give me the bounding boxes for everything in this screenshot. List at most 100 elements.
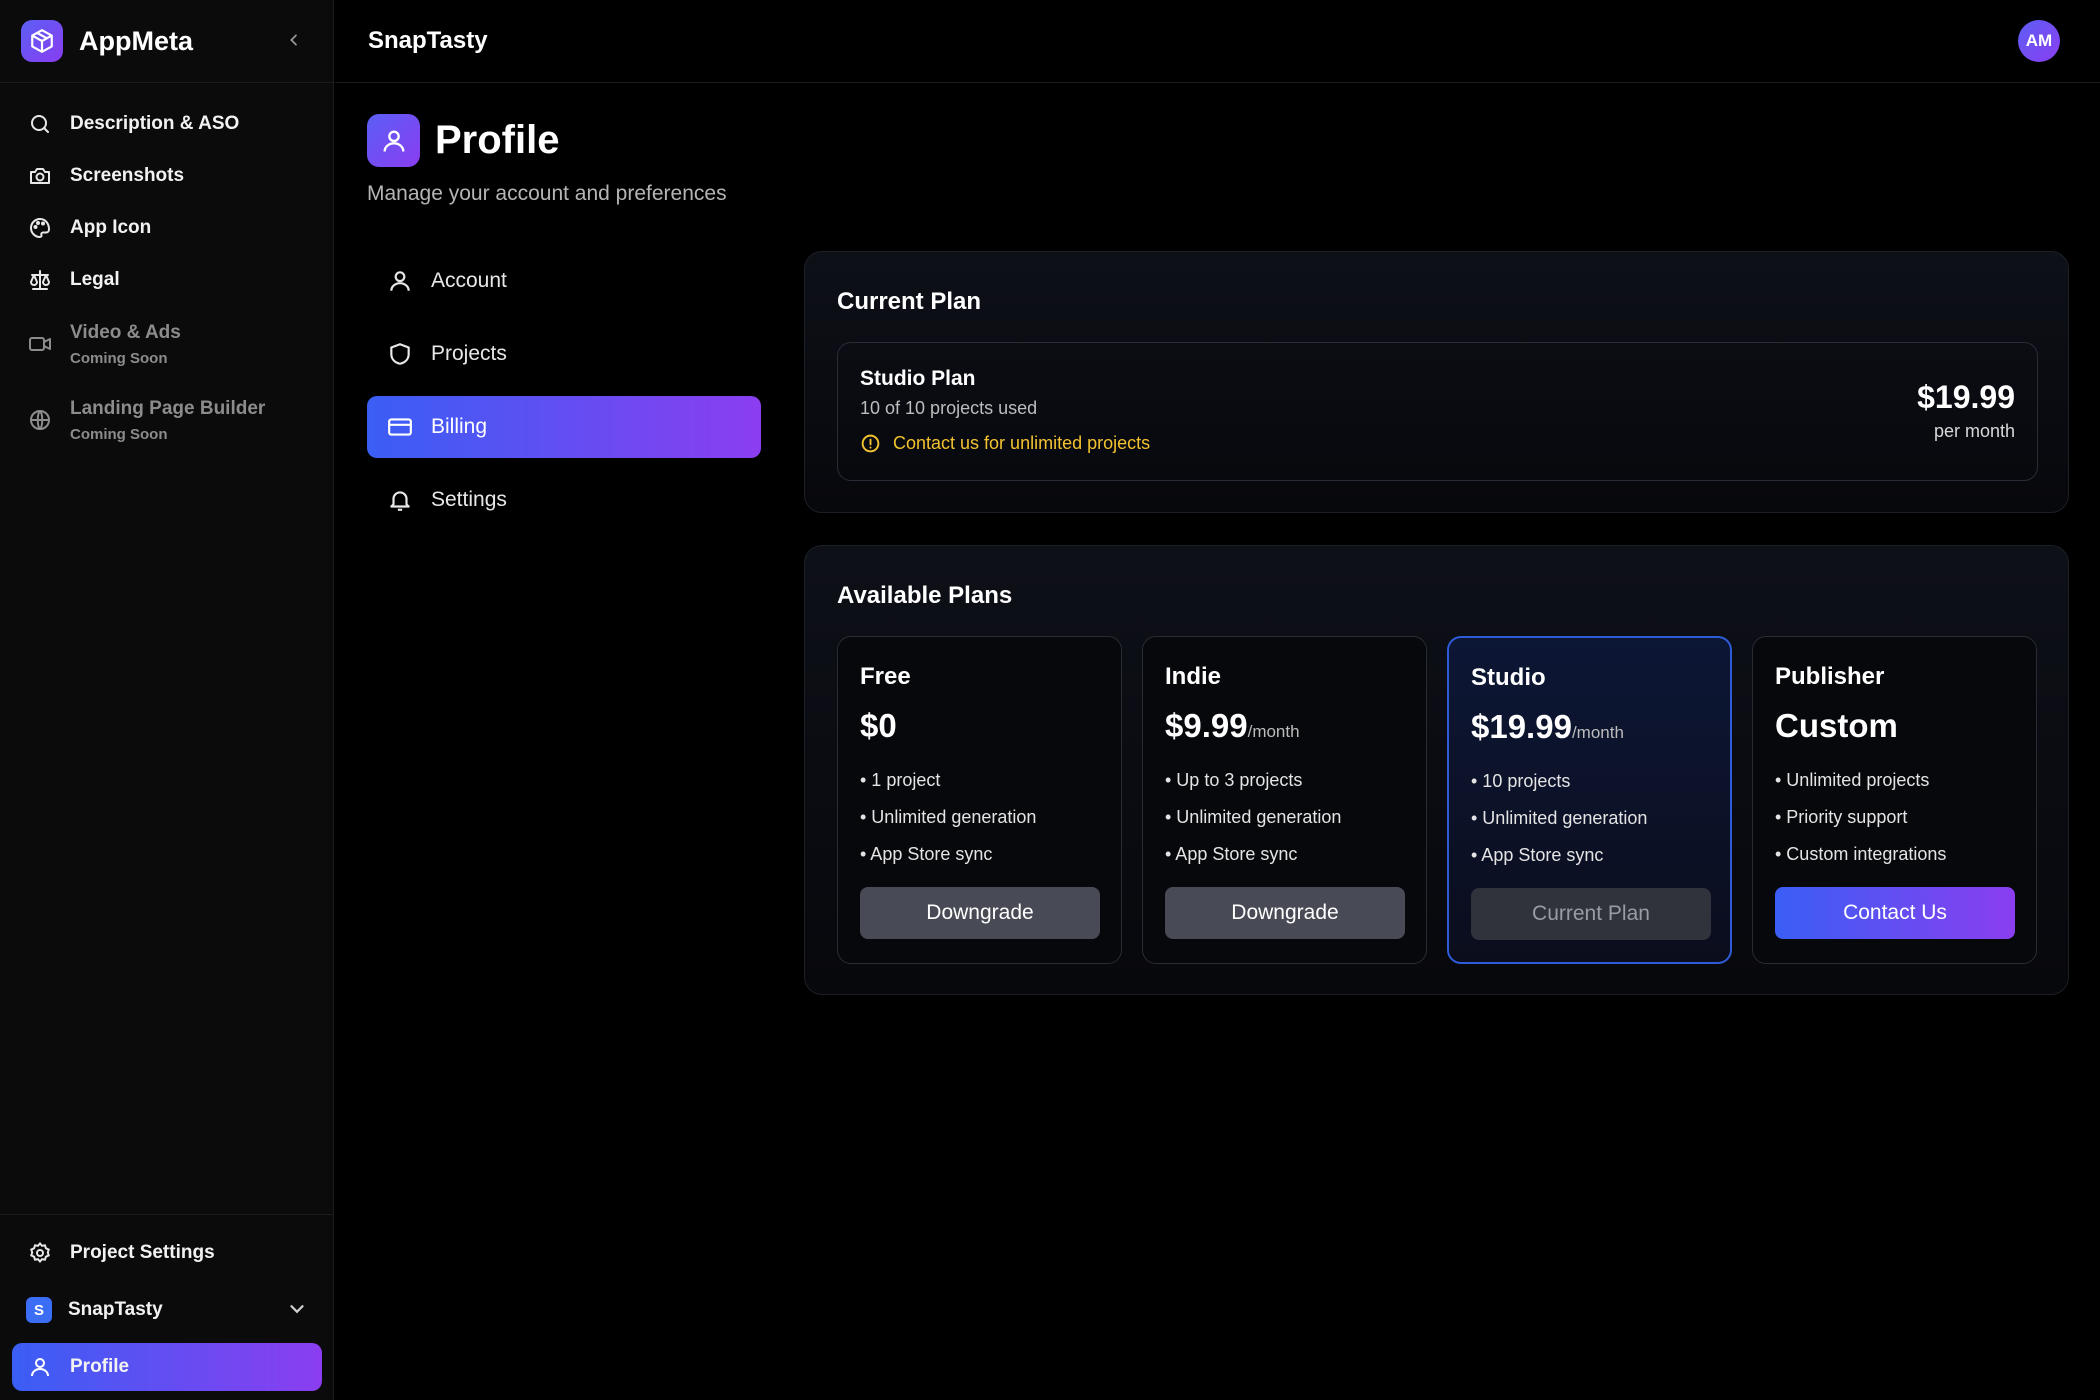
tab-billing[interactable]: Billing xyxy=(367,396,761,458)
sidebar-nav: Description & ASO Screenshots App Icon L… xyxy=(12,98,322,458)
profile-tabs: Account Projects Billing Settings xyxy=(367,250,761,542)
sidebar-footer: Project Settings S SnapTasty Profile xyxy=(0,1214,334,1400)
page-title: Profile xyxy=(435,118,560,162)
tab-label: Settings xyxy=(431,488,507,511)
plan-feature: • 1 project xyxy=(860,770,941,790)
sidebar-item-landing-page-builder[interactable]: Landing Page Builder Coming Soon xyxy=(12,382,322,458)
plan-price: Custom xyxy=(1775,707,1898,745)
current-plan-period: per month xyxy=(1933,421,2015,441)
chevron-left-icon xyxy=(290,34,297,46)
sidebar-item-app-icon[interactable]: App Icon xyxy=(12,202,322,254)
plan-price: $0 xyxy=(860,707,897,745)
plan-name: Studio xyxy=(1471,664,1546,691)
project-switcher-label: SnapTasty xyxy=(68,1299,163,1320)
plan-feature: • Unlimited generation xyxy=(860,807,1037,827)
available-plans-heading: Available Plans xyxy=(837,582,1013,609)
project-title: SnapTasty xyxy=(368,27,488,54)
plan-features: • 1 project • Unlimited generation • App… xyxy=(860,770,1036,881)
profile-icon xyxy=(367,114,420,167)
profile-label: Profile xyxy=(70,1356,130,1377)
sidebar-item-label: Legal xyxy=(70,269,120,290)
user-icon xyxy=(387,268,413,294)
credit-card-icon xyxy=(387,414,413,440)
sidebar-item-label: Video & Ads xyxy=(70,321,181,343)
plan-name: Publisher xyxy=(1775,663,1885,690)
plan-price-period: /month xyxy=(1247,722,1300,741)
plan-price-amount: $19.99 xyxy=(1471,708,1572,745)
plan-feature: • Unlimited projects xyxy=(1775,770,1930,790)
sidebar-item-label: Description & ASO xyxy=(70,113,240,134)
downgrade-indie-button[interactable]: Downgrade xyxy=(1165,887,1405,939)
palette-icon xyxy=(26,214,54,242)
downgrade-free-button[interactable]: Downgrade xyxy=(860,887,1100,939)
unlimited-projects-link[interactable]: Contact us for unlimited projects xyxy=(893,433,1150,454)
current-plan-box: Studio Plan 10 of 10 projects used Conta… xyxy=(837,342,2038,481)
shield-icon xyxy=(387,341,413,367)
sidebar: AppMeta Description & ASO Screenshots Ap… xyxy=(0,0,334,1400)
sidebar-item-label-group: Video & Ads Coming Soon xyxy=(70,322,181,367)
plan-name: Indie xyxy=(1165,663,1222,690)
topbar: SnapTasty AM xyxy=(335,0,2100,83)
bell-icon xyxy=(387,487,413,513)
plan-feature: • App Store sync xyxy=(1471,845,1604,865)
current-plan-heading: Current Plan xyxy=(837,288,982,315)
plan-features: • 10 projects • Unlimited generation • A… xyxy=(1471,771,1647,882)
project-badge: S xyxy=(26,1297,52,1323)
plan-feature: • App Store sync xyxy=(860,844,993,864)
current-plan-button[interactable]: Current Plan xyxy=(1471,888,1711,940)
sidebar-item-label-group: Landing Page Builder Coming Soon xyxy=(70,398,265,443)
plan-features: • Unlimited projects • Priority support … xyxy=(1775,770,1946,881)
tab-account[interactable]: Account xyxy=(367,250,761,312)
plan-feature: • Unlimited generation xyxy=(1165,807,1342,827)
plan-price-amount: $9.99 xyxy=(1165,707,1248,744)
plan-price: $9.99/month xyxy=(1165,707,1300,745)
sidebar-item-label: Screenshots xyxy=(70,165,185,186)
project-settings-label: Project Settings xyxy=(70,1242,215,1263)
tab-label: Account xyxy=(431,269,507,292)
plan-feature: • 10 projects xyxy=(1471,771,1571,791)
plan-card-studio: Studio $19.99/month • 10 projects • Unli… xyxy=(1447,636,1732,964)
sidebar-item-screenshots[interactable]: Screenshots xyxy=(12,150,322,202)
coming-soon-label: Coming Soon xyxy=(70,349,168,367)
tab-label: Projects xyxy=(431,342,507,365)
plan-card-publisher: Publisher Custom • Unlimited projects • … xyxy=(1752,636,2037,964)
avatar[interactable]: AM xyxy=(2018,20,2060,62)
tab-settings[interactable]: Settings xyxy=(367,469,761,531)
plan-name: Free xyxy=(860,663,911,690)
tab-projects[interactable]: Projects xyxy=(367,323,761,385)
globe-icon xyxy=(26,406,54,434)
project-settings-button[interactable]: Project Settings xyxy=(12,1229,322,1277)
tab-label: Billing xyxy=(431,415,488,438)
contact-us-button[interactable]: Contact Us xyxy=(1775,887,2015,939)
sidebar-item-description-aso[interactable]: Description & ASO xyxy=(12,98,322,150)
chevron-down-icon xyxy=(286,1298,308,1320)
gear-icon xyxy=(26,1239,54,1267)
collapse-sidebar-button[interactable] xyxy=(282,28,306,52)
coming-soon-label: Coming Soon xyxy=(70,425,168,443)
camera-icon xyxy=(26,162,54,190)
current-plan-card: Current Plan Studio Plan 10 of 10 projec… xyxy=(804,251,2069,513)
search-icon xyxy=(26,110,54,138)
plan-feature: • Priority support xyxy=(1775,807,1908,827)
sidebar-item-video-ads[interactable]: Video & Ads Coming Soon xyxy=(12,306,322,382)
sidebar-item-legal[interactable]: Legal xyxy=(12,254,322,306)
current-plan-price: $19.99 xyxy=(1917,379,2015,415)
user-icon xyxy=(26,1353,54,1381)
sidebar-item-profile[interactable]: Profile xyxy=(12,1343,322,1391)
project-switcher[interactable]: S SnapTasty xyxy=(12,1286,322,1334)
plan-price-amount: Custom xyxy=(1775,707,1898,744)
app-logo-icon xyxy=(21,20,63,62)
available-plans-card: Available Plans Free $0 • 1 project • Un… xyxy=(804,545,2069,995)
page-subtitle: Manage your account and preferences xyxy=(367,182,727,205)
warning-circle-icon xyxy=(860,433,881,454)
plan-price-amount: $0 xyxy=(860,707,897,744)
plan-feature: • Custom integrations xyxy=(1775,844,1947,864)
plan-card-indie: Indie $9.99/month • Up to 3 projects • U… xyxy=(1142,636,1427,964)
plans-grid: Free $0 • 1 project • Unlimited generati… xyxy=(837,636,2038,964)
plan-features: • Up to 3 projects • Unlimited generatio… xyxy=(1165,770,1341,881)
sidebar-item-label: App Icon xyxy=(70,217,152,238)
unlimited-projects-notice[interactable]: Contact us for unlimited projects xyxy=(860,433,1150,454)
current-plan-name: Studio Plan xyxy=(860,367,976,390)
plan-price: $19.99/month xyxy=(1471,708,1624,746)
video-icon xyxy=(26,330,54,358)
